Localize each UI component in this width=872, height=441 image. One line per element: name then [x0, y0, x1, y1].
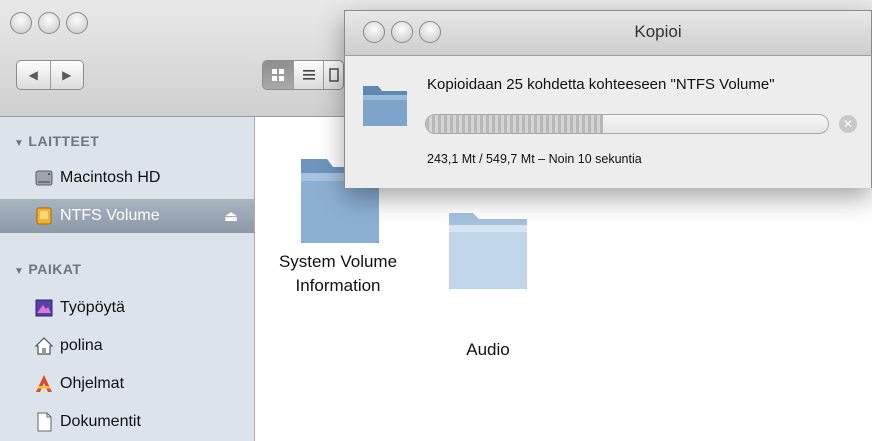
copy-status: 243,1 Mt / 549,7 Mt – Noin 10 sekuntia	[427, 152, 642, 166]
zoom-window-button[interactable]	[66, 12, 88, 34]
external-drive-icon	[34, 206, 54, 226]
copy-message: Kopioidaan 25 kohdetta kohteeseen "NTFS …	[427, 76, 775, 93]
back-button[interactable]: ◀	[17, 61, 50, 89]
close-window-button[interactable]	[10, 12, 32, 34]
sidebar-item-ntfs-volume[interactable]: NTFS Volume ⏏	[0, 199, 254, 233]
hard-drive-icon	[34, 168, 54, 188]
dialog-title: Kopioi	[634, 22, 682, 41]
back-icon: ◀	[28, 68, 38, 82]
home-icon	[34, 336, 54, 356]
document-icon	[34, 412, 54, 432]
disclosure-triangle-icon: ▼	[14, 266, 25, 277]
folder-icon	[449, 213, 527, 289]
sidebar-section-devices[interactable]: ▼ LAITTEET	[14, 133, 99, 149]
copy-progress-bar	[425, 114, 829, 134]
minimize-window-button[interactable]	[38, 12, 60, 34]
sidebar-item-macintosh-hd[interactable]: Macintosh HD	[0, 161, 254, 195]
sidebar-item-label: polina	[60, 337, 103, 354]
dialog-titlebar[interactable]: Kopioi	[345, 11, 871, 56]
sidebar-item-label: Ohjelmat	[60, 375, 125, 392]
sidebar-item-label: NTFS Volume	[60, 207, 160, 224]
folder-icon	[361, 82, 409, 133]
sidebar-item-label: Työpöytä	[60, 299, 125, 316]
close-icon: ✕	[842, 117, 854, 131]
stop-copy-button[interactable]: ✕	[839, 115, 857, 133]
sidebar-item-label: Dokumentit	[60, 413, 141, 430]
sidebar-item-label: Macintosh HD	[60, 169, 161, 186]
applications-icon	[34, 374, 54, 394]
columns-icon	[328, 68, 339, 82]
sidebar-section-places[interactable]: ▼ PAIKAT	[14, 261, 81, 277]
folder-label: Information	[295, 276, 381, 295]
list-view-button[interactable]	[293, 61, 323, 89]
copy-progress-dialog: Kopioi Kopioidaan 25 kohdetta kohteeseen…	[344, 10, 872, 188]
finder-window-controls	[10, 12, 88, 34]
view-mode-buttons	[262, 60, 344, 90]
navigation-buttons: ◀ ▶	[16, 60, 84, 90]
eject-icon[interactable]: ⏏	[224, 207, 238, 225]
disclosure-triangle-icon: ▼	[14, 138, 25, 149]
forward-icon: ▶	[62, 68, 72, 82]
sidebar-item-documents[interactable]: Dokumentit	[0, 405, 254, 439]
grid-icon	[272, 69, 284, 81]
folder-label: Audio	[466, 340, 510, 359]
forward-button[interactable]: ▶	[49, 61, 84, 89]
folder-label: System Volume	[278, 252, 398, 271]
list-icon	[302, 70, 315, 80]
progress-fill	[426, 115, 603, 133]
dialog-body: Kopioidaan 25 kohdetta kohteeseen "NTFS …	[345, 56, 871, 188]
sidebar-item-applications[interactable]: Ohjelmat	[0, 367, 254, 401]
icon-view-button[interactable]	[263, 61, 293, 89]
column-view-button[interactable]	[323, 61, 343, 89]
desktop-icon	[34, 298, 54, 318]
sidebar-item-desktop[interactable]: Työpöytä	[0, 291, 254, 325]
finder-sidebar: ▼ LAITTEET Macintosh HD NTFS Volume ⏏ ▼ PA…	[0, 117, 255, 441]
folder-audio[interactable]: Audio	[433, 209, 543, 362]
sidebar-item-home[interactable]: polina	[0, 329, 254, 363]
